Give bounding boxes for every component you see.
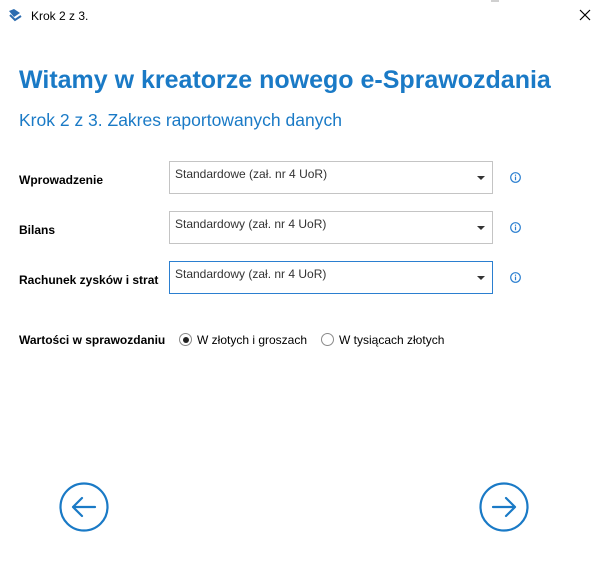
- close-button[interactable]: [570, 0, 600, 30]
- next-button[interactable]: [479, 482, 529, 532]
- app-logo-icon: [9, 9, 22, 22]
- balance-label: Bilans: [19, 223, 56, 237]
- radio-thousands[interactable]: W tysiącach złotych: [321, 333, 446, 349]
- profit-loss-dropdown-value: Standardowy (zał. nr 4 UoR): [175, 267, 327, 281]
- info-icon[interactable]: [510, 222, 521, 233]
- profit-loss-dropdown[interactable]: Standardowy (zał. nr 4 UoR): [169, 261, 493, 294]
- chevron-down-icon: [477, 226, 485, 230]
- chevron-down-icon: [477, 176, 485, 180]
- profit-loss-label: Rachunek zysków i strat: [19, 273, 159, 287]
- radio-zloty-grosze[interactable]: W złotych i groszach: [179, 333, 309, 349]
- chevron-down-icon: [477, 276, 485, 280]
- titlebar-divider: [491, 0, 499, 2]
- page-title: Witamy w kreatorze nowego e-Sprawozdania: [19, 66, 551, 94]
- back-button[interactable]: [59, 482, 109, 532]
- radio-thousands-label: W tysiącach złotych: [339, 333, 445, 347]
- title-bar: Krok 2 z 3.: [0, 0, 600, 30]
- balance-dropdown-value: Standardowy (zał. nr 4 UoR): [175, 217, 327, 231]
- intro-dropdown-value: Standardowe (zał. nr 4 UoR): [175, 167, 328, 181]
- window-title: Krok 2 z 3.: [31, 9, 89, 23]
- page-subtitle: Krok 2 z 3. Zakres raportowanych danych: [19, 110, 342, 130]
- values-label: Wartości w sprawozdaniu: [19, 333, 166, 347]
- intro-dropdown[interactable]: Standardowe (zał. nr 4 UoR): [169, 161, 493, 194]
- info-icon[interactable]: [510, 272, 521, 283]
- arrow-right-circle-icon: [479, 482, 529, 532]
- info-icon[interactable]: [510, 172, 521, 183]
- radio-zloty-grosze-label: W złotych i groszach: [197, 333, 308, 347]
- close-icon: [579, 9, 591, 21]
- intro-label: Wprowadzenie: [19, 173, 104, 187]
- balance-dropdown[interactable]: Standardowy (zał. nr 4 UoR): [169, 211, 493, 244]
- radio-thousands-indicator: [321, 333, 334, 346]
- arrow-left-circle-icon: [59, 482, 109, 532]
- radio-zloty-grosze-indicator: [179, 333, 192, 346]
